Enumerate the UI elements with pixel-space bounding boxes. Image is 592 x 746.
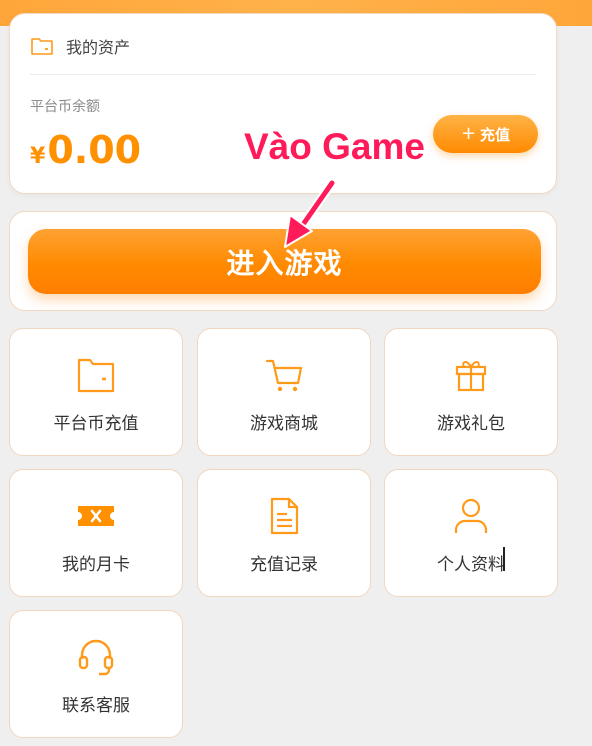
annotation-label: Vào Game (244, 126, 425, 167)
tile-label: 游戏商城 (250, 414, 318, 434)
tile-label: 游戏礼包 (437, 414, 505, 434)
enter-game-button[interactable]: 进入游戏 (28, 229, 541, 294)
recharge-label: 充值 (480, 125, 511, 144)
tile-profile[interactable]: 个人资料 (384, 469, 558, 597)
ticket-icon (78, 506, 114, 526)
user-icon (454, 498, 488, 533)
wallet-icon (31, 38, 53, 55)
document-icon (270, 497, 299, 535)
text-caret (503, 547, 505, 571)
recharge-button[interactable]: + 充值 (433, 115, 538, 153)
tile-label: 我的月卡 (62, 555, 130, 575)
tile-game-store[interactable]: 游戏商城 (197, 328, 371, 456)
enter-game-card: 进入游戏 (9, 211, 557, 311)
balance-amount: 0.00 (47, 128, 142, 172)
wallet-icon (77, 358, 115, 393)
balance-label: 平台币余额 (30, 99, 100, 115)
asset-title: 我的资产 (66, 38, 131, 57)
headset-icon (78, 639, 114, 676)
tile-label: 联系客服 (62, 696, 130, 716)
tile-label: 个人资料 (437, 555, 505, 575)
currency-symbol: ¥ (30, 144, 46, 169)
asset-header: 我的资产 (30, 32, 130, 60)
gift-icon (455, 361, 487, 392)
tile-customer-service[interactable]: 联系客服 (9, 610, 183, 738)
tile-game-gift[interactable]: 游戏礼包 (384, 328, 558, 456)
tile-monthly-card[interactable]: 我的月卡 (9, 469, 183, 597)
cart-icon (265, 359, 303, 392)
divider (30, 74, 536, 75)
tile-platform-recharge[interactable]: 平台币充值 (9, 328, 183, 456)
plus-icon: + (460, 123, 477, 144)
tile-label: 充值记录 (250, 555, 318, 575)
balance-value: ¥ 0.00 (30, 128, 141, 172)
tile-recharge-history[interactable]: 充值记录 (197, 469, 371, 597)
tile-label: 平台币充值 (53, 414, 139, 434)
